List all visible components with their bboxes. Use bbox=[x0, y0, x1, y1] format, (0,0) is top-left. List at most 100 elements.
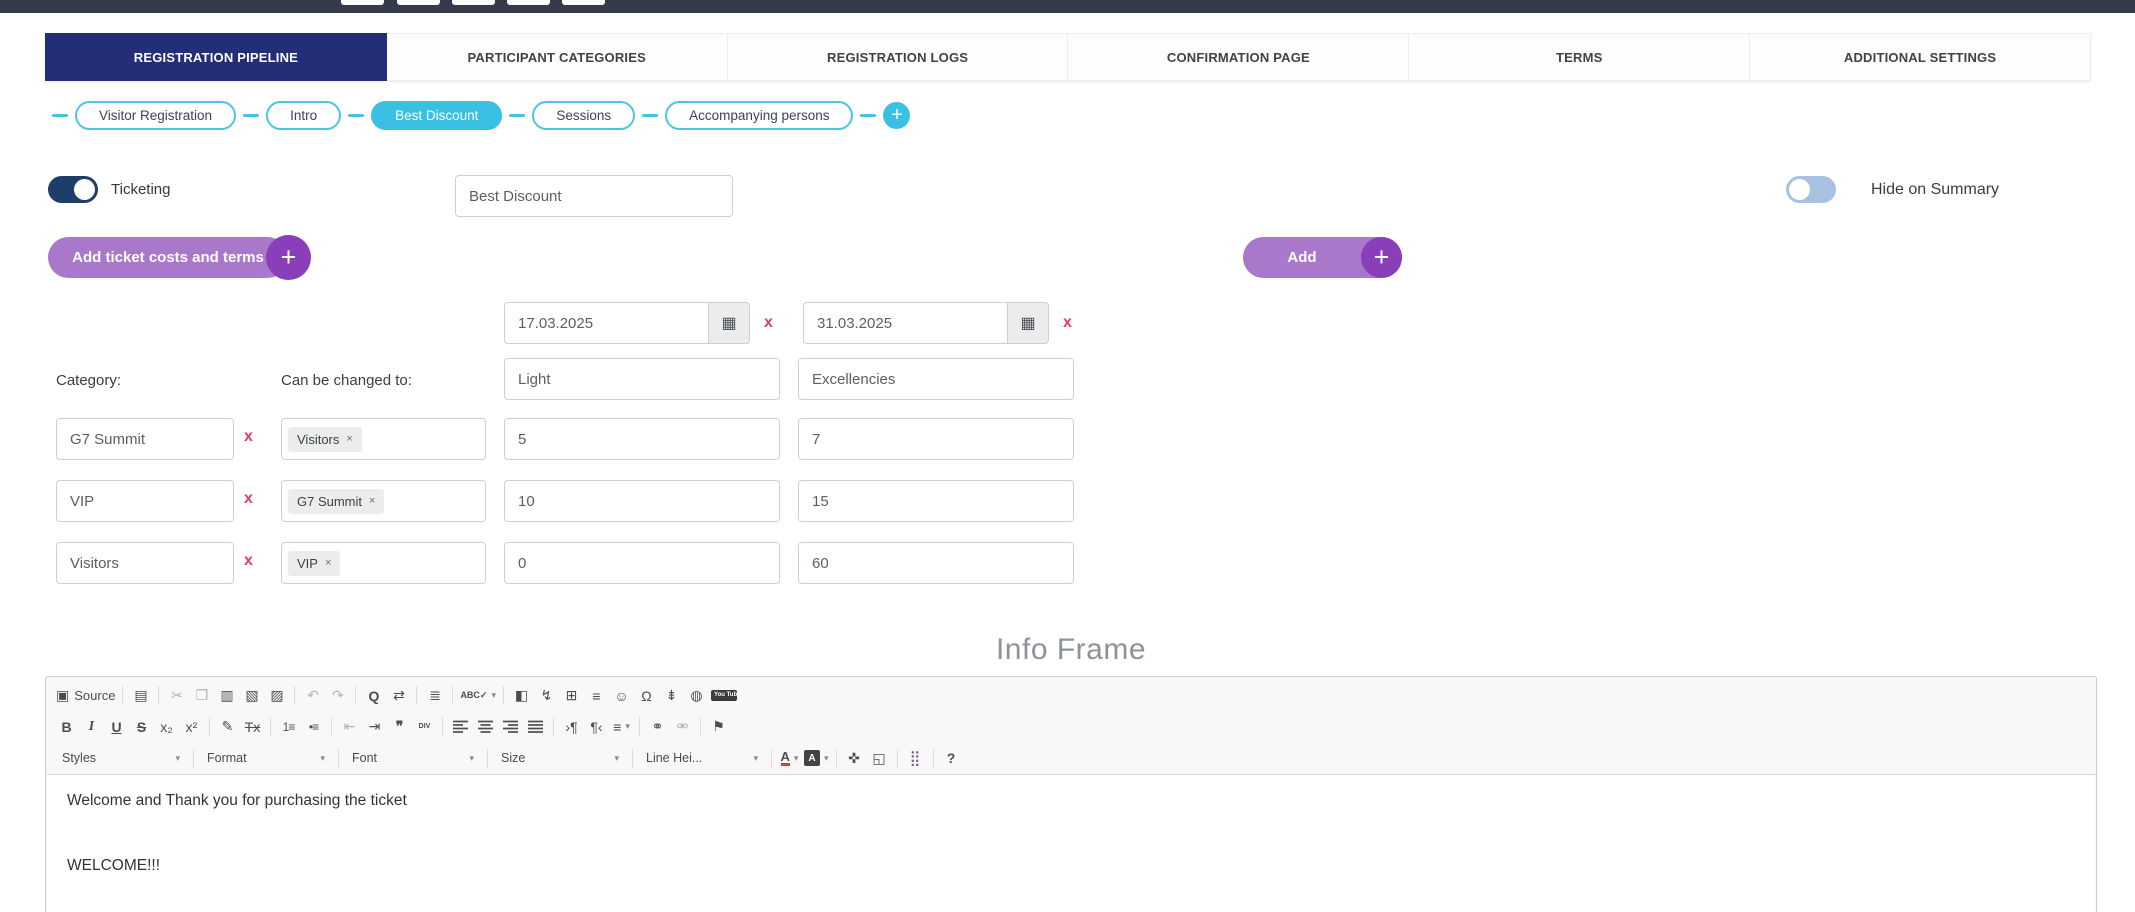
remove-end-date-button[interactable]: x bbox=[1063, 314, 1072, 332]
tab-confirmation-page[interactable]: CONFIRMATION PAGE bbox=[1068, 33, 1409, 81]
decrease-indent-icon[interactable]: ⇤ bbox=[337, 714, 362, 739]
format-dropdown[interactable]: Format ▾ bbox=[199, 745, 333, 771]
hide-on-summary-toggle[interactable] bbox=[1786, 176, 1836, 203]
link-icon[interactable]: ⚭ bbox=[645, 714, 670, 739]
spellcheck-button[interactable]: ABC✓ ▾ bbox=[458, 683, 498, 708]
plus-icon[interactable]: + bbox=[1361, 237, 1402, 278]
replace-icon[interactable]: ⇄ bbox=[386, 683, 411, 708]
end-date-input[interactable]: 31.03.2025 bbox=[803, 302, 1007, 344]
undo-icon[interactable]: ↶ bbox=[300, 683, 325, 708]
can-change-to-field[interactable]: VIP × bbox=[281, 542, 486, 584]
remove-category-button[interactable]: x bbox=[244, 490, 253, 508]
step-accompanying-persons[interactable]: Accompanying persons bbox=[665, 101, 853, 130]
category-name-input[interactable] bbox=[56, 480, 234, 522]
increase-indent-icon[interactable]: ⇥ bbox=[362, 714, 387, 739]
step-visitor-registration[interactable]: Visitor Registration bbox=[75, 101, 236, 130]
can-change-to-field[interactable]: Visitors × bbox=[281, 418, 486, 460]
align-left-icon[interactable] bbox=[448, 714, 473, 739]
find-icon[interactable]: Q bbox=[361, 683, 386, 708]
remove-category-button[interactable]: x bbox=[244, 428, 253, 446]
flash-icon[interactable]: ↯ bbox=[534, 683, 559, 708]
background-color-button[interactable]: A ▾ bbox=[802, 746, 831, 771]
tab-participant-categories[interactable]: PARTICIPANT CATEGORIES bbox=[387, 33, 728, 81]
category-name-input[interactable] bbox=[56, 418, 234, 460]
size-dropdown[interactable]: Size ▾ bbox=[493, 745, 627, 771]
price-input-col4[interactable] bbox=[798, 418, 1074, 460]
grid-plugin-icon[interactable]: ⣿ bbox=[903, 746, 928, 771]
price-input-col3[interactable] bbox=[504, 480, 780, 522]
plus-icon[interactable]: + bbox=[266, 235, 311, 280]
price-input-col4[interactable] bbox=[798, 480, 1074, 522]
tab-terms[interactable]: TERMS bbox=[1409, 33, 1750, 81]
iframe-icon[interactable]: ◍ bbox=[684, 683, 709, 708]
ticketing-toggle[interactable] bbox=[48, 176, 98, 203]
strikethrough-icon[interactable]: S bbox=[129, 714, 154, 739]
subscript-icon[interactable]: x₂ bbox=[154, 714, 179, 739]
blockquote-icon[interactable]: ❞ bbox=[387, 714, 412, 739]
bulleted-list-icon[interactable]: •≡ bbox=[301, 714, 326, 739]
start-date-input[interactable]: 17.03.2025 bbox=[504, 302, 708, 344]
maximize-icon[interactable]: ✜ bbox=[842, 746, 867, 771]
chip-remove-icon[interactable]: × bbox=[369, 495, 375, 507]
calendar-button[interactable]: ▦ bbox=[1007, 302, 1049, 344]
special-character-icon[interactable]: Ω bbox=[634, 683, 659, 708]
step-best-discount[interactable]: Best Discount bbox=[371, 101, 502, 130]
font-dropdown[interactable]: Font ▾ bbox=[344, 745, 482, 771]
redo-icon[interactable]: ↷ bbox=[325, 683, 350, 708]
tab-registration-logs[interactable]: REGISTRATION LOGS bbox=[728, 33, 1069, 81]
justify-icon[interactable] bbox=[523, 714, 548, 739]
calendar-button[interactable]: ▦ bbox=[708, 302, 750, 344]
step-name-input[interactable] bbox=[455, 175, 733, 217]
anchor-icon[interactable]: ⚑ bbox=[706, 714, 731, 739]
step-sessions[interactable]: Sessions bbox=[532, 101, 635, 130]
bold-icon[interactable]: B bbox=[54, 714, 79, 739]
ticket-name-input-light[interactable] bbox=[504, 358, 780, 400]
div-container-icon[interactable]: DIV bbox=[412, 714, 437, 739]
add-ticket-costs-button[interactable]: Add ticket costs and terms + bbox=[48, 237, 288, 278]
tab-registration-pipeline[interactable]: REGISTRATION PIPELINE bbox=[45, 33, 387, 81]
youtube-button[interactable]: You Tube bbox=[709, 683, 739, 708]
add-button[interactable]: Add + bbox=[1243, 237, 1402, 278]
chip-remove-icon[interactable]: × bbox=[325, 557, 331, 569]
price-input-col3[interactable] bbox=[504, 418, 780, 460]
remove-format-icon[interactable]: Tx bbox=[240, 714, 265, 739]
source-button[interactable]: ▣ Source bbox=[54, 683, 117, 708]
align-center-icon[interactable] bbox=[473, 714, 498, 739]
page-break-icon[interactable]: ⇟ bbox=[659, 683, 684, 708]
paste-plain-text-icon[interactable]: ▧ bbox=[239, 683, 264, 708]
horizontal-rule-icon[interactable]: ≡ bbox=[584, 683, 609, 708]
editor-content-area[interactable]: Welcome and Thank you for purchasing the… bbox=[47, 774, 2095, 912]
paste-icon[interactable]: ▥ bbox=[214, 683, 239, 708]
tab-additional-settings[interactable]: ADDITIONAL SETTINGS bbox=[1750, 33, 2091, 81]
line-height-dropdown[interactable]: Line Hei... ▾ bbox=[638, 745, 766, 771]
price-input-col3[interactable] bbox=[504, 542, 780, 584]
numbered-list-icon[interactable]: 1≡ bbox=[276, 714, 301, 739]
ticket-name-input-excellencies[interactable] bbox=[798, 358, 1074, 400]
smiley-icon[interactable]: ☺ bbox=[609, 683, 634, 708]
language-button[interactable]: ≡ ▾ bbox=[609, 714, 634, 739]
about-icon[interactable]: ? bbox=[939, 746, 964, 771]
cut-icon[interactable]: ✂ bbox=[164, 683, 189, 708]
new-page-icon[interactable]: ▤ bbox=[128, 683, 153, 708]
step-intro[interactable]: Intro bbox=[266, 101, 341, 130]
remove-start-date-button[interactable]: x bbox=[764, 314, 773, 332]
copy-icon[interactable]: ❐ bbox=[189, 683, 214, 708]
unlink-icon[interactable]: ⚮ bbox=[670, 714, 695, 739]
category-name-input[interactable] bbox=[56, 542, 234, 584]
add-step-button[interactable]: + bbox=[883, 102, 910, 129]
superscript-icon[interactable]: x² bbox=[179, 714, 204, 739]
chip-remove-icon[interactable]: × bbox=[346, 433, 352, 445]
underline-icon[interactable]: U bbox=[104, 714, 129, 739]
text-direction-rtl-icon[interactable]: ¶‹ bbox=[584, 714, 609, 739]
table-icon[interactable]: ⊞ bbox=[559, 683, 584, 708]
show-blocks-icon[interactable]: ◱ bbox=[867, 746, 892, 771]
select-all-icon[interactable]: ≣ bbox=[422, 683, 447, 708]
price-input-col4[interactable] bbox=[798, 542, 1074, 584]
remove-category-button[interactable]: x bbox=[244, 552, 253, 570]
copy-formatting-icon[interactable]: ✎ bbox=[215, 714, 240, 739]
styles-dropdown[interactable]: Styles ▾ bbox=[54, 745, 188, 771]
paste-from-word-icon[interactable]: ▨ bbox=[264, 683, 289, 708]
italic-icon[interactable]: I bbox=[79, 714, 104, 739]
align-right-icon[interactable] bbox=[498, 714, 523, 739]
image-icon[interactable]: ◧ bbox=[509, 683, 534, 708]
